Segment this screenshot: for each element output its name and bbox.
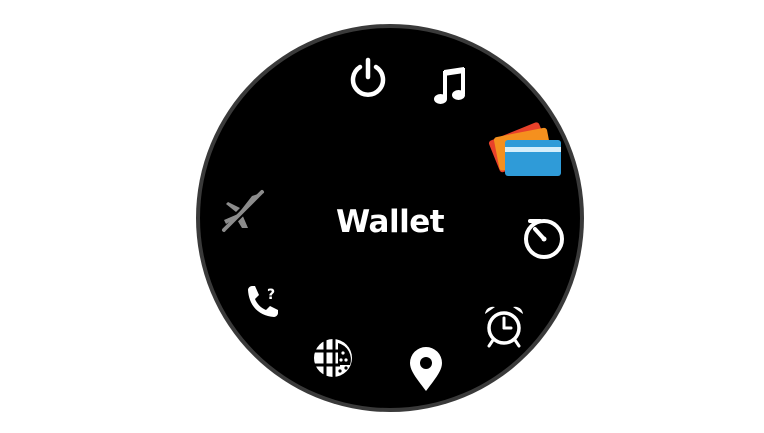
- music-control[interactable]: [428, 64, 472, 108]
- alarm-clock-icon: [485, 306, 523, 348]
- alarm-clock-control[interactable]: [481, 304, 527, 350]
- stopwatch-control[interactable]: [520, 212, 568, 260]
- watch-bezel: Wallet ?: [196, 24, 584, 412]
- map-pin-icon: [410, 347, 442, 391]
- find-my-phone-control[interactable]: ?: [240, 280, 284, 324]
- svg-text:?: ?: [267, 287, 275, 303]
- wallet-cards-icon: [488, 122, 561, 176]
- airplane-mode-off-icon: [222, 190, 265, 233]
- save-location-control[interactable]: [405, 346, 447, 394]
- globe-clock-icon: [314, 339, 352, 377]
- music-note-icon: [434, 67, 465, 104]
- time-zones-control[interactable]: [310, 335, 356, 381]
- power-icon: [350, 57, 386, 97]
- airplane-mode-control[interactable]: [218, 188, 268, 234]
- power-control[interactable]: [346, 56, 390, 100]
- wallet-control[interactable]: [486, 116, 568, 182]
- watch-face-controls-menu: Wallet ?: [200, 28, 580, 408]
- stopwatch-icon: [524, 219, 564, 259]
- phone-question-icon: ?: [248, 286, 278, 317]
